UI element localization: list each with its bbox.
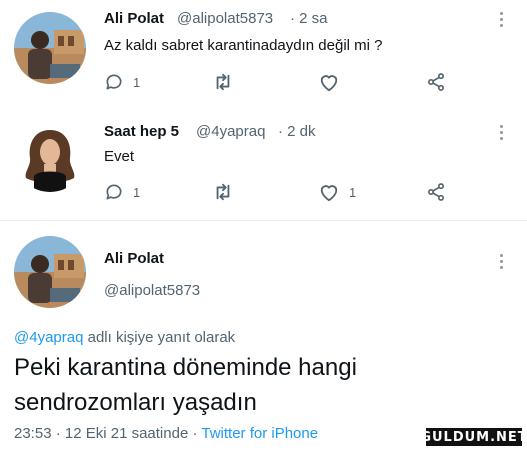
like-count: 1	[349, 184, 357, 200]
tweet-timestamp[interactable]: 23:53 · 12 Eki 21 saatinde ·	[14, 425, 197, 442]
reply-button[interactable]: 1	[104, 72, 140, 92]
tweet-text-line-2: sendrozomları yaşadın	[14, 389, 257, 416]
author-name[interactable]: Ali Polat	[104, 250, 164, 267]
share-button[interactable]	[426, 72, 446, 92]
tweet-time[interactable]: · 2 sa	[290, 10, 328, 27]
profile-photo	[14, 12, 86, 84]
author-handle[interactable]: @4yapraq	[196, 123, 265, 140]
like-button[interactable]	[318, 72, 349, 92]
heart-icon	[320, 75, 338, 92]
share-button[interactable]	[426, 182, 446, 202]
reply-icon	[106, 184, 122, 200]
reply-count: 1	[133, 184, 141, 200]
tweet-text: Evet	[104, 148, 135, 165]
heart-icon	[320, 185, 338, 202]
tweet-text: Az kaldı sabret karantinadaydın değil mi…	[104, 37, 383, 54]
more-options-icon[interactable]	[498, 125, 504, 140]
share-icon	[428, 183, 444, 201]
tweet-meta: 23:53 · 12 Eki 21 saatinde · Twitter for…	[14, 425, 318, 442]
avatar[interactable]	[14, 120, 86, 192]
share-icon	[428, 73, 444, 91]
tweet-source[interactable]: Twitter for iPhone	[201, 425, 318, 442]
reply-count: 1	[133, 74, 141, 90]
more-options-icon[interactable]	[498, 254, 504, 269]
author-name[interactable]: Saat hep 5	[104, 123, 179, 140]
retweet-icon	[216, 73, 230, 91]
retweet-button[interactable]	[212, 182, 234, 202]
reply-context: @4yapraq adlı kişiye yanıt olarak	[14, 329, 235, 346]
reply-to-handle[interactable]: @4yapraq	[14, 329, 83, 346]
watermark-logo: GULDUM.NET	[420, 427, 527, 447]
avatar[interactable]	[14, 12, 86, 84]
profile-photo	[14, 120, 86, 192]
tweet-time[interactable]: · 2 dk	[278, 123, 316, 140]
profile-photo	[14, 236, 86, 308]
reply-to-label: adlı kişiye yanıt olarak	[83, 329, 236, 346]
like-button[interactable]: 1	[318, 182, 356, 202]
reply-icon	[106, 74, 122, 90]
divider	[0, 220, 527, 221]
more-options-icon[interactable]	[498, 12, 504, 27]
retweet-icon	[216, 183, 230, 201]
reply-button[interactable]: 1	[104, 182, 140, 202]
avatar[interactable]	[14, 236, 86, 308]
author-handle[interactable]: @alipolat5873	[104, 282, 200, 299]
author-handle[interactable]: @alipolat5873	[177, 10, 273, 27]
retweet-button[interactable]	[212, 72, 234, 92]
tweet-text-line-1: Peki karantina döneminde hangi	[14, 354, 357, 381]
author-name[interactable]: Ali Polat	[104, 10, 164, 27]
